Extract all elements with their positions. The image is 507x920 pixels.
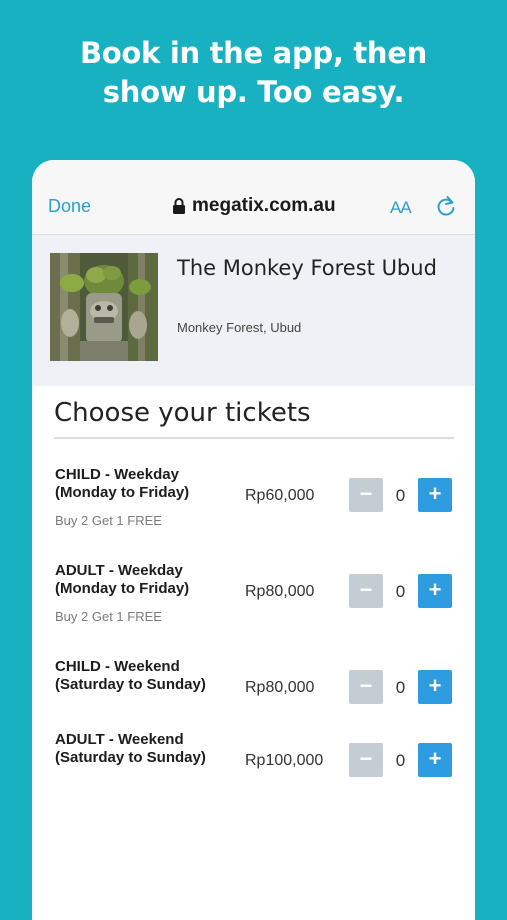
- ticket-name-line-1: CHILD - Weekday: [55, 466, 179, 483]
- ticket-name-line-1: ADULT - Weekend: [55, 731, 184, 748]
- text-size-button[interactable]: AA: [390, 198, 412, 218]
- ticket-price: Rp100,000: [245, 752, 324, 769]
- increase-quantity-button[interactable]: +: [418, 670, 452, 704]
- ticket-name: ADULT - Weekday (Monday to Friday): [55, 562, 245, 598]
- ticket-row: ADULT - Weekend (Saturday to Sunday) Rp1…: [32, 731, 475, 811]
- ticket-row: CHILD - Weekday (Monday to Friday) Buy 2…: [32, 466, 475, 546]
- event-title: The Monkey Forest Ubud: [177, 256, 437, 280]
- browser-toolbar: Done megatix.com.au AA: [32, 160, 475, 235]
- ticket-price: Rp80,000: [245, 679, 315, 696]
- headline-line-2: show up. Too easy.: [102, 75, 405, 109]
- ticket-price: Rp60,000: [245, 487, 315, 504]
- text-size-icon: AA: [390, 198, 412, 217]
- heading-divider: [54, 437, 454, 439]
- ticket-name-line-2: (Monday to Friday): [55, 580, 190, 597]
- done-button[interactable]: Done: [48, 196, 91, 217]
- event-location: Monkey Forest, Ubud: [177, 320, 302, 335]
- ticket-name-line-2: (Monday to Friday): [55, 484, 190, 501]
- ticket-name-line-2: (Saturday to Sunday): [55, 676, 206, 693]
- ticket-quantity: 0: [395, 751, 406, 770]
- ticket-quantity: 0: [395, 582, 406, 601]
- event-thumbnail: [50, 253, 158, 361]
- ticket-name: CHILD - Weekday (Monday to Friday): [55, 466, 245, 502]
- ticket-row: ADULT - Weekday (Monday to Friday) Buy 2…: [32, 562, 475, 642]
- phone-screen: Done megatix.com.au AA The Monkey Forest…: [32, 160, 475, 920]
- ticket-row: CHILD - Weekend (Saturday to Sunday) Rp8…: [32, 658, 475, 738]
- decrease-quantity-button[interactable]: −: [349, 743, 383, 777]
- promo-headline: Book in the app, then show up. Too easy.: [0, 34, 507, 112]
- increase-quantity-button[interactable]: +: [418, 743, 452, 777]
- event-header: The Monkey Forest Ubud Monkey Forest, Ub…: [32, 235, 475, 386]
- ticket-name: CHILD - Weekend (Saturday to Sunday): [55, 658, 245, 694]
- address-bar[interactable]: megatix.com.au: [172, 195, 336, 217]
- ticket-name-line-1: ADULT - Weekday: [55, 562, 183, 579]
- ticket-name-line-1: CHILD - Weekend: [55, 658, 180, 675]
- decrease-quantity-button[interactable]: −: [349, 574, 383, 608]
- ticket-quantity: 0: [395, 486, 406, 505]
- url-text: megatix.com.au: [192, 195, 336, 216]
- headline-line-1: Book in the app, then: [79, 36, 427, 70]
- ticket-promo: Buy 2 Get 1 FREE: [55, 513, 162, 528]
- decrease-quantity-button[interactable]: −: [349, 670, 383, 704]
- increase-quantity-button[interactable]: +: [418, 574, 452, 608]
- reload-icon[interactable]: [435, 194, 457, 218]
- tickets-heading: Choose your tickets: [54, 398, 311, 428]
- decrease-quantity-button[interactable]: −: [349, 478, 383, 512]
- increase-quantity-button[interactable]: +: [418, 478, 452, 512]
- ticket-quantity: 0: [395, 678, 406, 697]
- lock-icon: [173, 198, 185, 214]
- ticket-name: ADULT - Weekend (Saturday to Sunday): [55, 731, 245, 767]
- ticket-promo: Buy 2 Get 1 FREE: [55, 609, 162, 624]
- ticket-name-line-2: (Saturday to Sunday): [55, 749, 206, 766]
- ticket-price: Rp80,000: [245, 583, 315, 600]
